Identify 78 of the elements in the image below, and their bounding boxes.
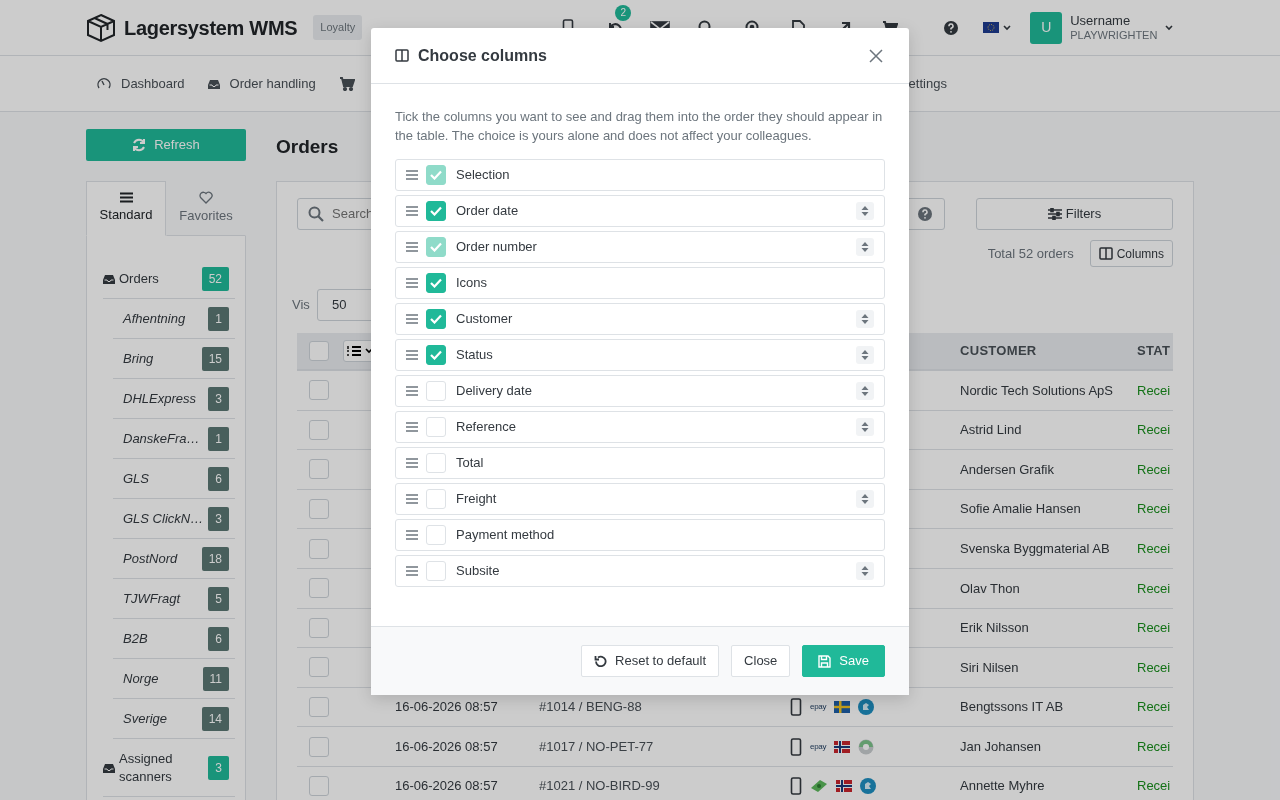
page-title: Orders [276,136,339,157]
status-text: Recei [1137,422,1171,438]
status-text: Recei [1137,778,1171,794]
column-label: Reference [456,418,517,437]
count-badge: 15 [201,346,229,371]
customer-name: Olav Thon [960,580,1020,596]
sidebar-label: Sverige [123,709,168,728]
order-date: 16-06-2026 08:57 [395,738,498,754]
page-size-label: Vis [291,296,311,315]
status-text: Recei [1137,382,1171,398]
count-badge: 3 [208,755,229,780]
count-badge: 6 [208,466,229,491]
status-text: Recei [1137,699,1171,715]
count-badge: 11 [202,666,229,691]
status-text: Recei [1137,620,1171,636]
column-label: Payment method [456,526,556,545]
total-count: Total 52 orders [987,244,1074,263]
notification-badge: 2 [615,4,632,21]
user-company: PLAYWRIGHTEN [1070,27,1158,43]
sidebar-label: GLS [123,469,149,488]
column-label: Customer [456,310,514,329]
count-badge: 1 [208,426,229,451]
customer-name: Sofie Amalie Hansen [960,501,1081,517]
payment-logo: epay [810,740,827,753]
user-name: Username [1070,12,1132,28]
count-badge: 52 [201,266,229,291]
brand-name: Lagersystem WMS [124,15,298,41]
column-header: STAT [1137,343,1171,359]
column-label: Delivery date [456,382,533,401]
sidebar-label: Assigned scanners [119,749,174,786]
payment-logo: epay [810,701,827,714]
column-label: Total [456,454,485,473]
column-label: Status [456,346,494,365]
customer-name: Bengtssons IT AB [960,699,1064,715]
customer-name: Jan Johansen [960,738,1041,754]
column-label: Subsite [456,562,501,581]
customer-name: Nordic Tech Solutions ApS [960,382,1113,398]
modal-title: Choose columns [418,45,548,66]
status-text: Recei [1137,738,1171,754]
column-label: Icons [456,274,489,293]
customer-name: Annette Myhre [960,778,1045,794]
status-text: Recei [1137,540,1171,556]
sidebar-label: Bring [123,349,154,368]
customer-name: Svenska Byggmaterial AB [960,540,1110,556]
order-date: 16-06-2026 08:57 [395,699,498,715]
avatar: U [1030,11,1063,44]
sidebar-label: DHLExpress [123,389,196,408]
column-header: CUSTOMER [960,343,1037,359]
column-label: Freight [456,490,498,509]
modal-description: Tick the columns you want to see and drag them into the order they should appear in the table. The choice is yours alone and does not affect your colleagues. [395,108,884,145]
status-text: Recei [1137,461,1171,477]
sidebar-label: Norge [123,669,159,688]
sidebar-label: Orders [119,269,159,288]
customer-name: Astrid Lind [960,422,1022,438]
count-badge: 3 [208,386,229,411]
count-badge: 18 [201,546,229,571]
order-date: 16-06-2026 08:57 [395,778,498,794]
sidebar-label: PostNord [123,549,178,568]
status-text: Recei [1137,659,1171,675]
status-text: Recei [1137,580,1171,596]
sidebar-label: B2B [123,629,148,648]
customer-name: Andersen Grafik [960,461,1054,477]
plan-badge: Loyalty [313,15,363,40]
sidebar-label: Afhentning [123,309,186,328]
sidebar-label: GLS ClickN… [123,509,204,528]
count-badge: 3 [208,506,229,531]
column-label: Selection [456,166,511,185]
count-badge: 1 [208,306,229,331]
count-badge: 14 [201,706,229,731]
sidebar-label: TJWFragt [123,589,181,608]
status-text: Recei [1137,501,1171,517]
customer-name: Siri Nilsen [960,659,1019,675]
column-label: Order number [456,238,538,257]
count-badge: 6 [208,626,229,651]
customer-name: Erik Nilsson [960,620,1029,636]
column-label: Order date [456,202,520,221]
sidebar-label: DanskeFra… [123,429,200,448]
count-badge: 5 [208,586,229,611]
